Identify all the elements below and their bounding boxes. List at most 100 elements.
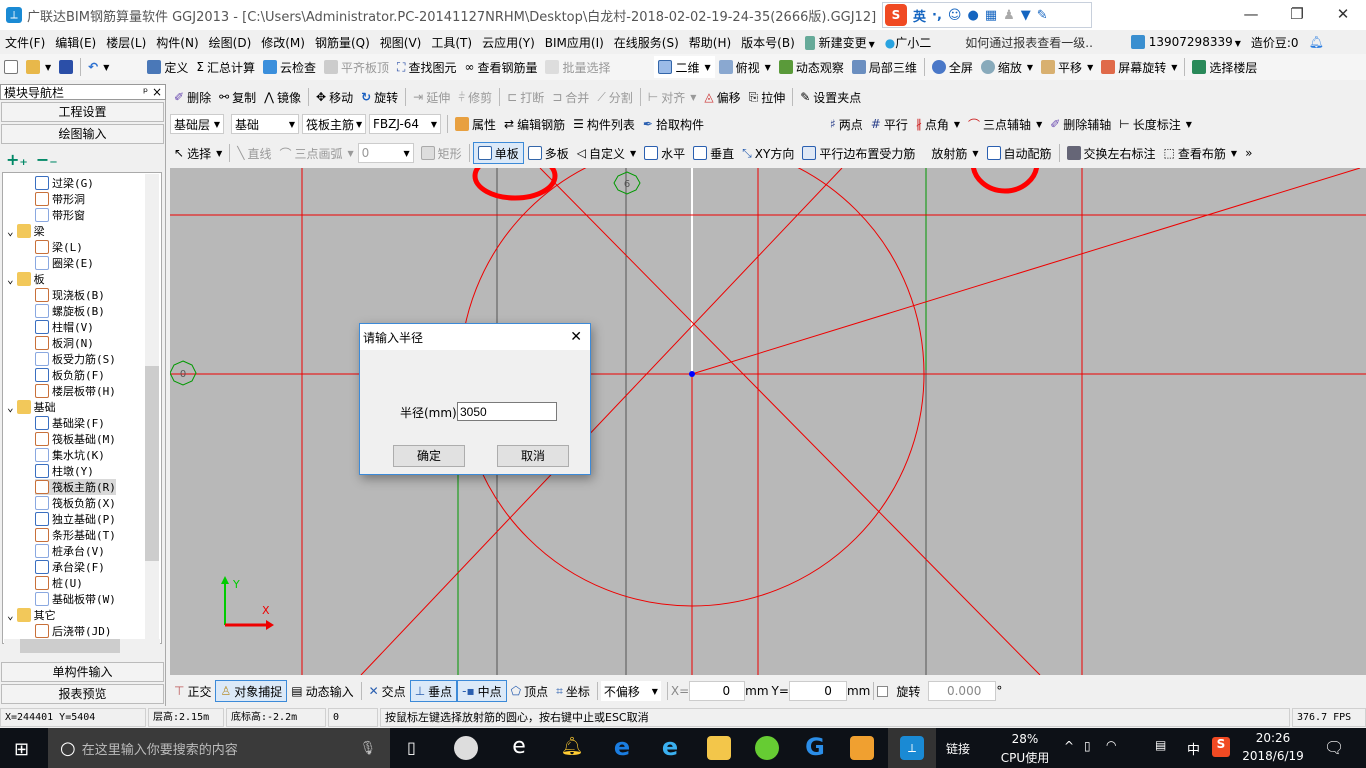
taskbar-search[interactable]: ○ 在这里输入你要搜索的内容 🎙︎ [48, 728, 390, 768]
tree-item[interactable]: 筏板基础(M) [35, 431, 116, 447]
tree-item[interactable]: 桩承台(V) [35, 543, 105, 559]
move-button[interactable]: ✥ 移动 [312, 86, 357, 108]
menu-help[interactable]: 帮助(H) [684, 34, 736, 51]
component-name-select[interactable]: FBZJ-64 ▼ [369, 114, 441, 134]
tree-item[interactable]: 带形洞 [35, 191, 85, 207]
pick-component-button[interactable]: ✒ 拾取构件 [639, 113, 708, 135]
summary-calc-button[interactable]: Σ 汇总计算 [192, 56, 259, 78]
multi-slab-button[interactable]: 多板 [524, 142, 573, 164]
coordinate-snap-button[interactable]: ⌗ 坐标 [552, 680, 594, 702]
pan-button[interactable]: 平移 ▼ [1037, 56, 1097, 78]
tree-item[interactable]: 现浇板(B) [35, 287, 105, 303]
swap-labels-button[interactable]: 交换左右标注 [1063, 142, 1160, 164]
rotate-checkbox[interactable] [877, 685, 889, 697]
tree-vscroll-thumb[interactable] [145, 366, 159, 561]
define-button[interactable]: 定义 [143, 56, 192, 78]
dynamic-observe-button[interactable]: 动态观察 [775, 56, 848, 78]
stretch-button[interactable]: ⎘ 拉伸 [745, 86, 790, 108]
type-select[interactable]: 筏板主筋 ▼ [302, 114, 366, 134]
extend-button[interactable]: ⇥ 延伸 [409, 86, 454, 108]
menu-bim[interactable]: BIM应用(I) [540, 34, 609, 51]
menu-assistant[interactable]: ●广小二 [880, 34, 937, 51]
screen-rotate-button[interactable]: 屏幕旋转 ▼ [1097, 56, 1181, 78]
align-slab-top-button[interactable]: 平齐板顶 [320, 56, 393, 78]
menu-file[interactable]: 文件(F) [0, 34, 50, 51]
keyboard-icon[interactable]: ▦ [985, 8, 997, 23]
length-dimension-button[interactable]: ⊢ 长度标注 ▼ [1115, 113, 1196, 135]
menu-draw[interactable]: 绘图(D) [204, 34, 257, 51]
cloud-check-button[interactable]: 云检查 [259, 56, 320, 78]
line-button[interactable]: ╲ 直线 [233, 142, 275, 164]
report-preview-button[interactable]: 报表预览 [1, 684, 164, 704]
rotate-button[interactable]: ↻ 旋转 [357, 86, 402, 108]
floor-select[interactable]: 基础层 ▼ [170, 114, 224, 134]
menu-rebar[interactable]: 钢筋量(Q) [310, 34, 375, 51]
account-menu[interactable]: 13907298339 ▼ [1126, 35, 1246, 50]
set-grip-button[interactable]: ✎ 设置夹点 [796, 86, 865, 108]
object-snap-button[interactable]: ♙ 对象捕捉 [215, 680, 288, 702]
tree-item[interactable]: 梁(L) [35, 239, 83, 255]
delete-button[interactable]: ✐ 删除 [170, 86, 215, 108]
sogou-tray-icon[interactable]: S [1212, 737, 1230, 757]
view-rebar-button[interactable]: ∞ 查看钢筋量 [460, 56, 541, 78]
menu-view[interactable]: 视图(V) [375, 34, 427, 51]
help-tip-link[interactable]: 如何通过报表查看一级.. [960, 34, 1098, 51]
tree-item[interactable]: 圈梁(E) [35, 255, 94, 271]
view-2d-button[interactable]: 二维 ▼ [654, 56, 715, 78]
midpoint-snap-button[interactable]: -▪ 中点 [457, 680, 507, 702]
tree-item[interactable]: 基础梁(F) [35, 415, 105, 431]
perpendicular-snap-button[interactable]: ⊥ 垂点 [409, 680, 458, 702]
taskbar-active-app[interactable]: ⟂ [888, 728, 936, 768]
tree-item[interactable]: 带形窗 [35, 207, 85, 223]
tree-folder[interactable]: ⌄ 基础 [7, 399, 56, 415]
minimize-button[interactable]: — [1228, 0, 1274, 30]
fullscreen-button[interactable]: 全屏 [928, 56, 977, 78]
component-tree[interactable]: 过梁(G) 带形洞 带形窗 ⌄ 梁梁(L) 圈梁(E) ⌄ 板现浇板(B) 螺旋板(B) 柱帽(V… [2, 172, 162, 644]
y-offset-input[interactable]: 0 [788, 681, 847, 701]
tree-hscrollbar[interactable] [4, 639, 160, 653]
tree-item[interactable]: 板洞(N) [35, 335, 94, 351]
trim-button[interactable]: ⫩ 修剪 [454, 86, 496, 108]
tree-item[interactable]: 板受力筋(S) [35, 351, 116, 367]
microphone-icon[interactable]: 🎙︎ [359, 741, 376, 756]
split-button[interactable]: ⟋ 分割 [593, 86, 636, 108]
bell-icon[interactable]: 🔔︎ [1304, 35, 1329, 49]
drawing-canvas[interactable]: 6 0 Y X [170, 168, 1366, 675]
select-button[interactable]: ↖ 选择 ▼ [170, 142, 226, 164]
tree-folder[interactable]: ⌄ 板 [7, 271, 45, 287]
point-angle-button[interactable]: ∦ 点角 ▼ [912, 113, 964, 135]
menu-cloud[interactable]: 云应用(Y) [477, 34, 540, 51]
close-button[interactable]: ✕ [1320, 0, 1366, 30]
chevron-down-icon[interactable]: ⌄ [7, 273, 14, 286]
tree-item[interactable]: 柱墩(Y) [35, 463, 94, 479]
offset-mode-select[interactable]: 不偏移 ▼ [600, 681, 661, 701]
project-settings-button[interactable]: 工程设置 [1, 102, 164, 122]
clock-time[interactable]: 20:26 [1244, 731, 1302, 745]
wifi-icon[interactable]: ◠ [1106, 738, 1116, 752]
ime-lang[interactable]: 英 [913, 6, 926, 25]
ime-punct[interactable]: ·, [932, 8, 942, 23]
file-explorer-icon[interactable] [707, 736, 731, 760]
save-button[interactable] [55, 56, 77, 78]
pin-button[interactable]: ᵖ [143, 85, 148, 99]
tree-item[interactable]: 筏板主筋(R) [35, 479, 116, 495]
keyboard-icon[interactable]: ▤ [1155, 738, 1166, 752]
tree-hscroll-thumb[interactable] [20, 639, 120, 653]
menu-edit[interactable]: 编辑(E) [50, 34, 101, 51]
two-point-axis-button[interactable]: ♯ 两点 [826, 113, 867, 135]
delete-axis-button[interactable]: ✐ 删除辅轴 [1046, 113, 1115, 135]
category-select[interactable]: 基础 ▼ [231, 114, 299, 134]
nav-close-button[interactable]: × [152, 85, 162, 99]
break-button[interactable]: ⊏ 打断 [503, 86, 548, 108]
tree-item[interactable]: 独立基础(P) [35, 511, 116, 527]
merge-button[interactable]: ⊐ 合并 [548, 86, 593, 108]
internet-explorer-icon[interactable]: e [658, 735, 682, 760]
copy-button[interactable]: ⚯ 复制 [215, 86, 260, 108]
three-point-axis-button[interactable]: ⌒ 三点辅轴 ▼ [964, 113, 1046, 135]
zoom-button[interactable]: 缩放 ▼ [977, 56, 1037, 78]
menu-floor[interactable]: 楼层(L) [101, 34, 151, 51]
more-tools-button[interactable]: » [1241, 142, 1256, 164]
new-file-button[interactable] [0, 56, 22, 78]
clock-date[interactable]: 2018/6/19 [1240, 749, 1306, 763]
edge-icon[interactable]: e [610, 735, 634, 760]
